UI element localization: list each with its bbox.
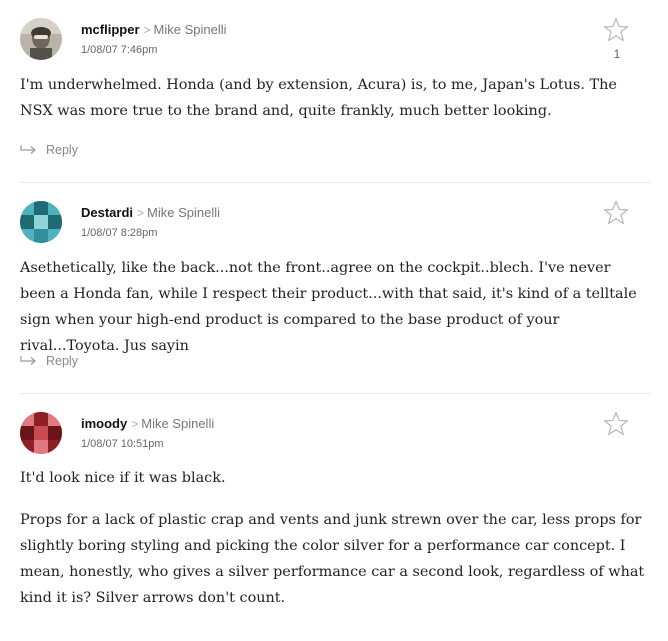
- chevron-right-icon: >: [143, 23, 151, 37]
- comment-paragraph: Asethetically, like the back...not the f…: [20, 260, 637, 354]
- star-count: 1: [613, 47, 621, 61]
- comment-timestamp[interactable]: 1/08/07 10:51pm: [81, 438, 164, 450]
- author-name[interactable]: imoody: [81, 416, 127, 431]
- comment-body: I'm underwhelmed. Honda (and by extensio…: [20, 72, 650, 140]
- comment-timestamp[interactable]: 1/08/07 8:28pm: [81, 227, 157, 239]
- comment-author-line: mcflipper > Mike Spinelli: [81, 22, 227, 37]
- comment-author-line: Destardi > Mike Spinelli: [81, 205, 220, 220]
- reply-button[interactable]: Reply: [20, 354, 78, 368]
- reply-label: Reply: [46, 354, 78, 368]
- comment-timestamp[interactable]: 1/08/07 7:46pm: [81, 44, 157, 56]
- comment-paragraph: It'd look nice if it was black.: [20, 470, 226, 486]
- comment-paragraph: I'm underwhelmed. Honda (and by extensio…: [20, 77, 617, 119]
- avatar[interactable]: [20, 201, 62, 243]
- reply-to-name[interactable]: Mike Spinelli: [147, 205, 220, 220]
- author-name[interactable]: Destardi: [81, 205, 133, 220]
- comment-paragraph: Props for a lack of plastic crap and ven…: [20, 512, 645, 606]
- comment-body: Asethetically, like the back...not the f…: [20, 255, 650, 375]
- comment-author-line: imoody > Mike Spinelli: [81, 416, 214, 431]
- author-name[interactable]: mcflipper: [81, 22, 140, 37]
- chevron-right-icon: >: [131, 417, 139, 431]
- star-icon[interactable]: [603, 17, 629, 43]
- avatar[interactable]: [20, 18, 62, 60]
- reply-button[interactable]: Reply: [20, 143, 78, 157]
- reply-to-name[interactable]: Mike Spinelli: [141, 416, 214, 431]
- reply-to-name[interactable]: Mike Spinelli: [154, 22, 227, 37]
- comment-body: It'd look nice if it was black. Props fo…: [20, 465, 650, 627]
- divider: [20, 393, 650, 394]
- star-icon[interactable]: [603, 200, 629, 226]
- reply-arrow-icon: [20, 145, 36, 154]
- reply-label: Reply: [46, 143, 78, 157]
- star-icon[interactable]: [603, 411, 629, 437]
- reply-arrow-icon: [20, 356, 36, 365]
- chevron-right-icon: >: [137, 206, 145, 220]
- avatar[interactable]: [20, 412, 62, 454]
- divider: [20, 182, 650, 183]
